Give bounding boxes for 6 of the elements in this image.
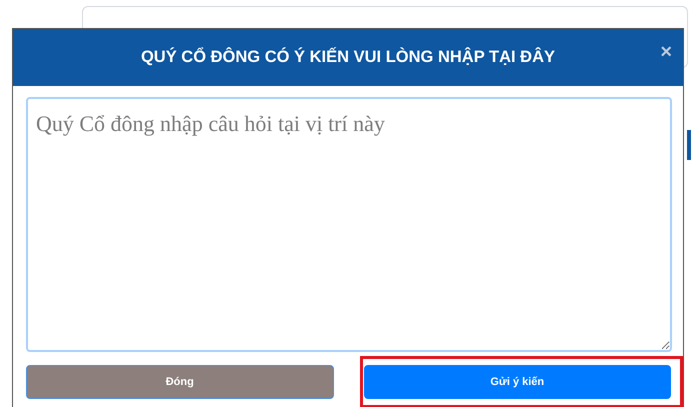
close-button[interactable]: ×: [660, 42, 672, 62]
dialog-title: QUÝ CỔ ĐÔNG CÓ Ý KIẾN VUI LÒNG NHẬP TẠI ĐÂY: [140, 48, 556, 67]
submit-button[interactable]: Gửi ý kiến: [364, 365, 671, 399]
question-field[interactable]: Quý Cổ đông nhập câu hỏi tại vị trí này: [26, 97, 672, 352]
panel-edge: [687, 130, 691, 160]
close-dialog-button[interactable]: Đóng: [26, 365, 334, 399]
